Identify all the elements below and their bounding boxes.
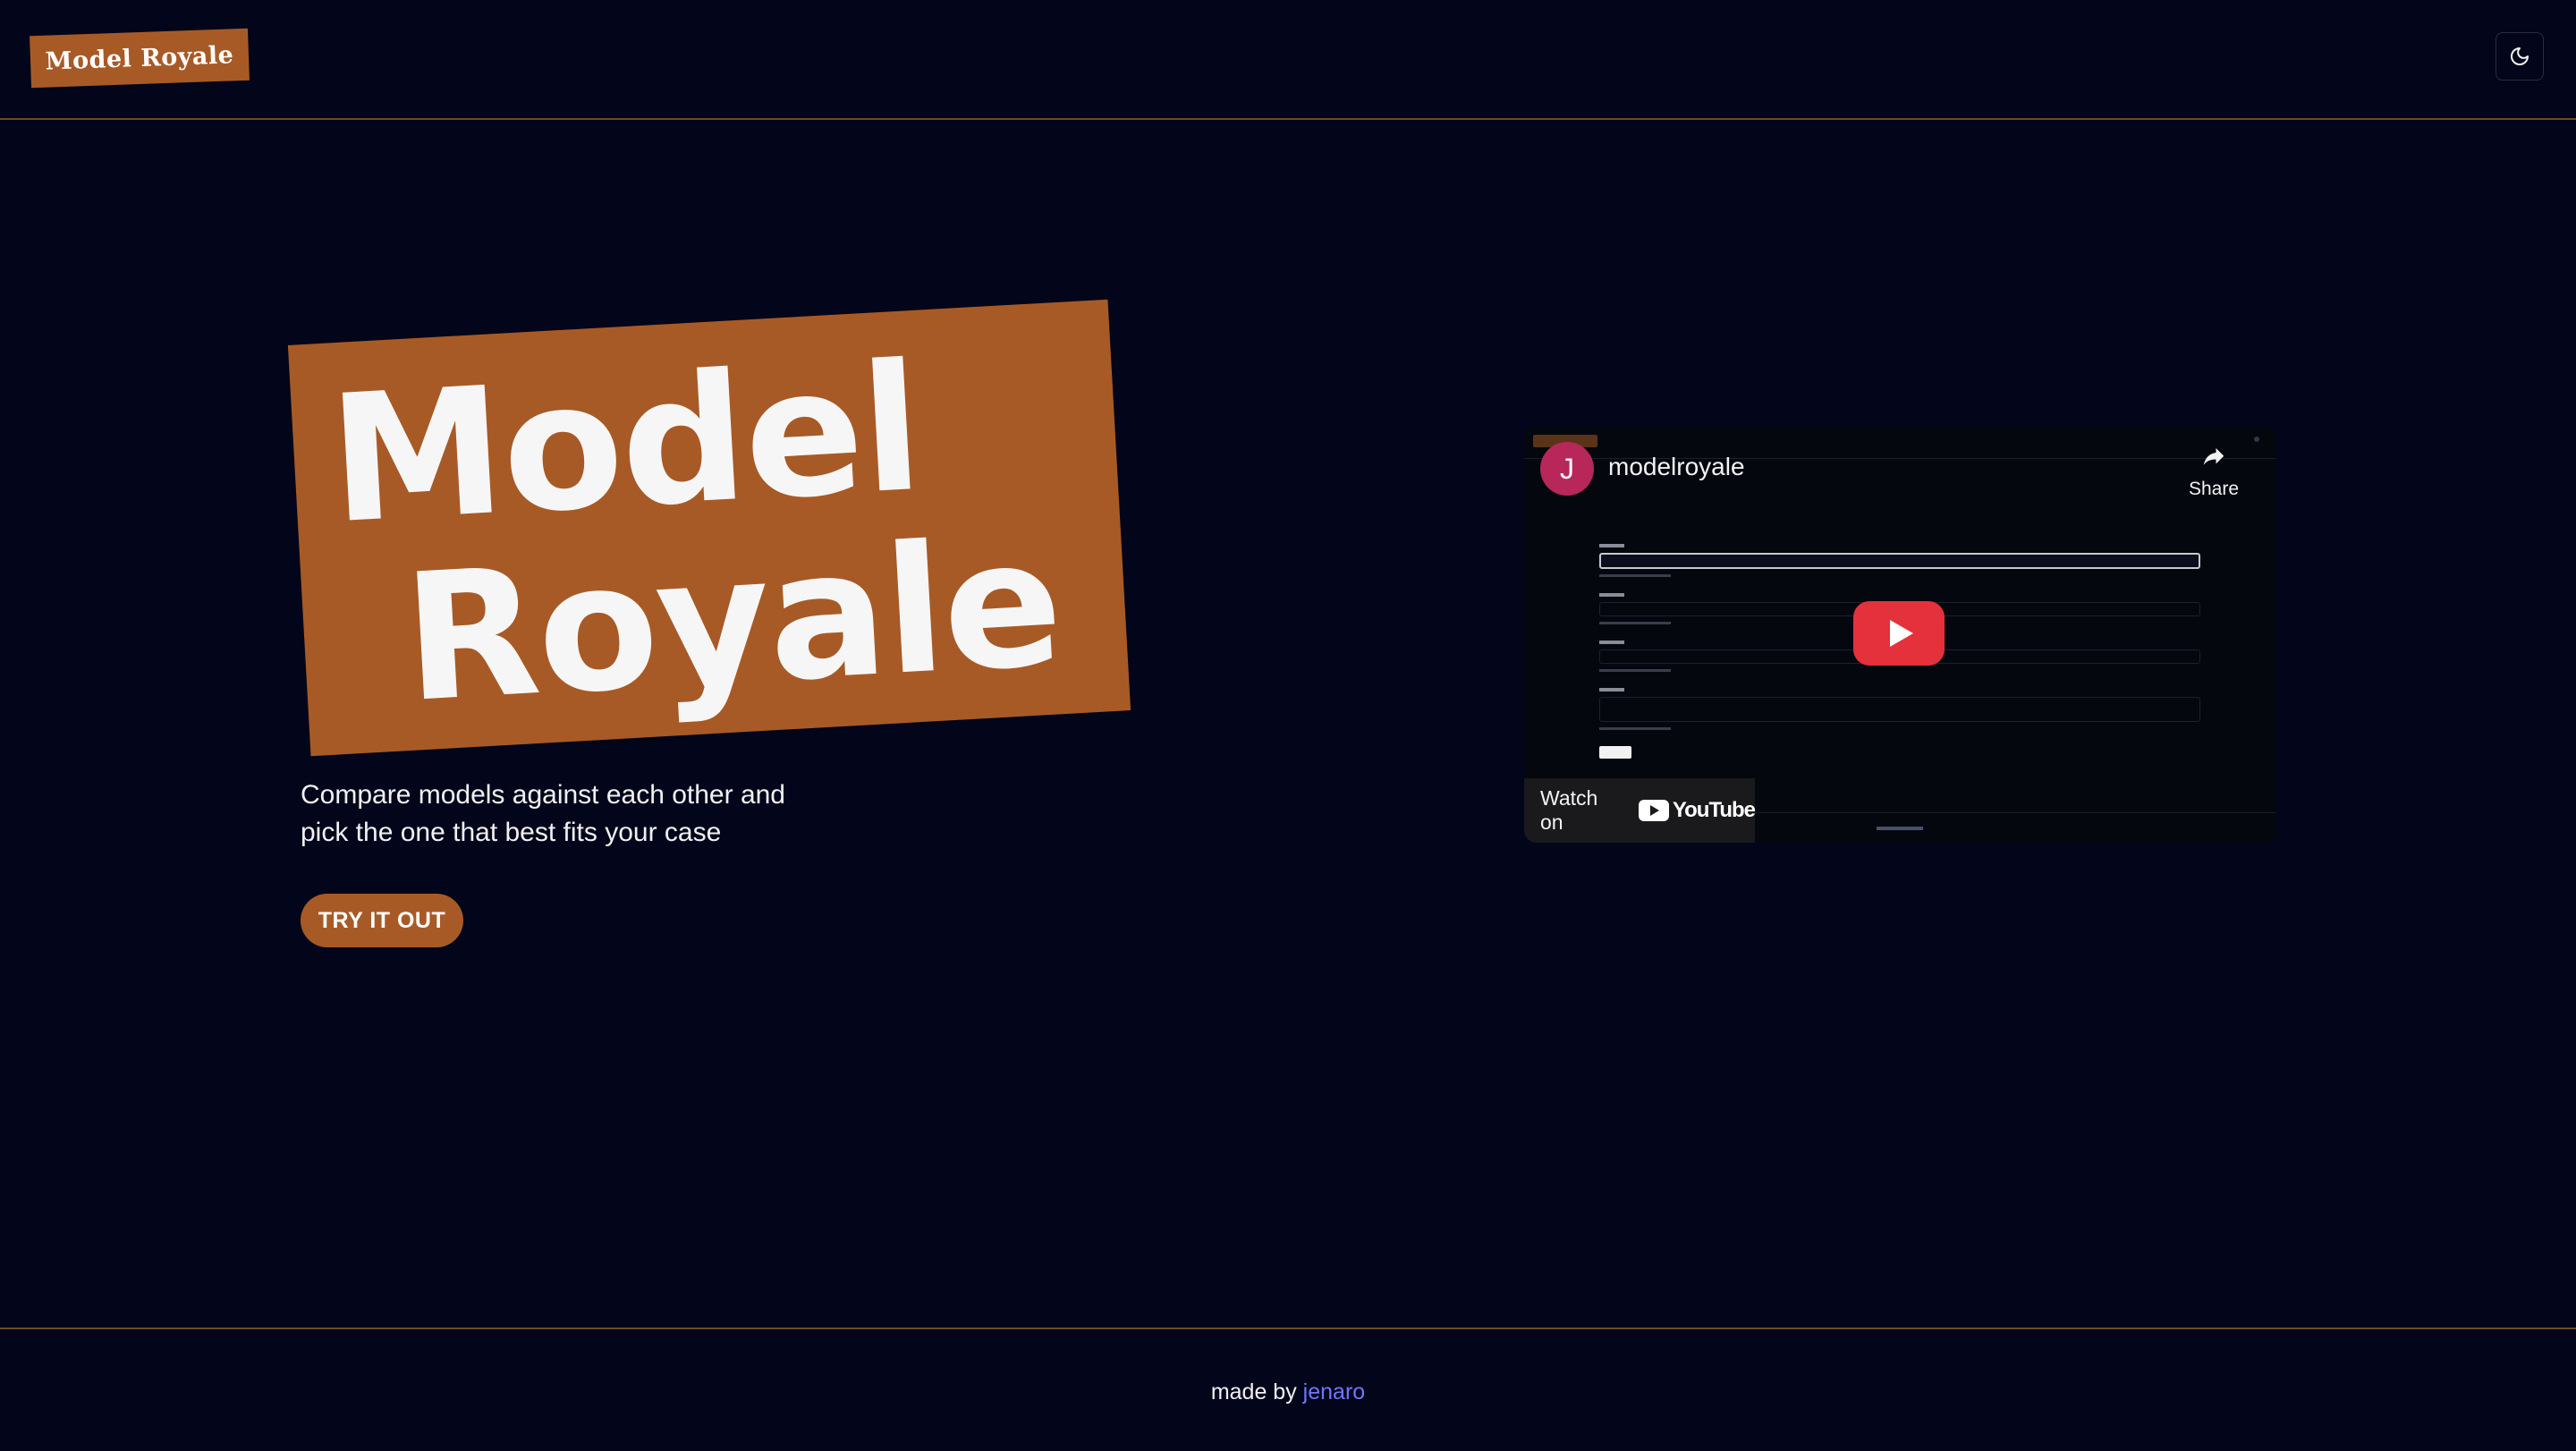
footer-credit: made by jenaro — [0, 1379, 2576, 1405]
youtube-embed[interactable]: J modelroyale Share Watch on YouTube — [1524, 426, 2275, 843]
channel-name[interactable]: modelroyale — [1608, 453, 1745, 481]
watch-on-label: Watch on — [1540, 786, 1598, 834]
hero-subtitle-line1: Compare models against each other and — [301, 780, 785, 810]
logo-text: Model Royale — [45, 40, 234, 76]
youtube-logo: YouTube — [1638, 798, 1756, 823]
logo[interactable]: Model Royale — [30, 28, 250, 89]
hero-subtitle-line2: pick the one that best fits your case — [301, 818, 722, 847]
youtube-icon — [1638, 800, 1669, 821]
share-icon — [2203, 448, 2224, 465]
try-it-out-button[interactable]: TRY IT OUT — [301, 894, 463, 947]
site-header: Model Royale — [0, 0, 2576, 120]
hero-subtitle: Compare models against each other and pi… — [301, 776, 855, 852]
play-icon — [1890, 620, 1913, 647]
avatar-letter: J — [1560, 452, 1574, 485]
site-footer: made by jenaro — [0, 1328, 2576, 1451]
share-button[interactable]: Share — [2182, 444, 2245, 500]
hero-title-line2: Royale — [399, 501, 1066, 742]
theme-toggle-button[interactable] — [2496, 32, 2544, 81]
share-label: Share — [2188, 479, 2240, 499]
play-button[interactable] — [1853, 601, 1945, 666]
hero-title-badge: Model Royale — [287, 299, 1131, 757]
channel-avatar[interactable]: J — [1540, 442, 1594, 496]
footer-made-by: made by — [1210, 1379, 1297, 1404]
watch-on-youtube-button[interactable]: Watch on YouTube — [1524, 778, 1756, 843]
video-thumbnail-dot — [2254, 437, 2259, 442]
footer-author-link[interactable]: jenaro — [1303, 1379, 1366, 1404]
video-thumbnail-footer-text — [1877, 827, 1923, 830]
moon-icon — [2511, 47, 2529, 65]
youtube-wordmark: YouTube — [1672, 798, 1756, 822]
